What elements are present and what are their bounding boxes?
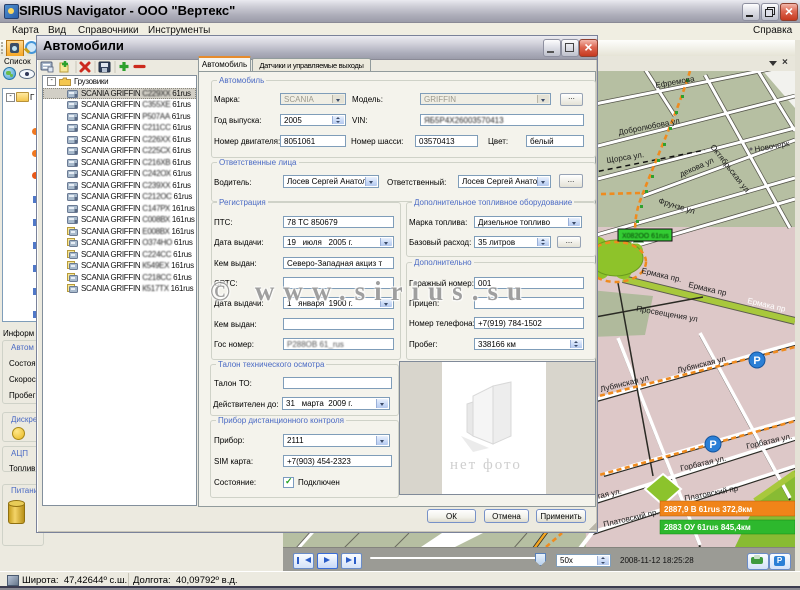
svg-text:P: P — [753, 355, 760, 367]
svg-text:2883 ОУ 61rus 845,4км: 2883 ОУ 61rus 845,4км — [664, 523, 751, 532]
svg-text:P: P — [709, 439, 716, 451]
svg-text:Новочерк: Новочерк — [754, 139, 791, 154]
svg-text:2887,9 В 61rus 372,8км: 2887,9 В 61rus 372,8км — [664, 505, 752, 514]
svg-text:Х082ОО 61rus: Х082ОО 61rus — [622, 233, 669, 240]
